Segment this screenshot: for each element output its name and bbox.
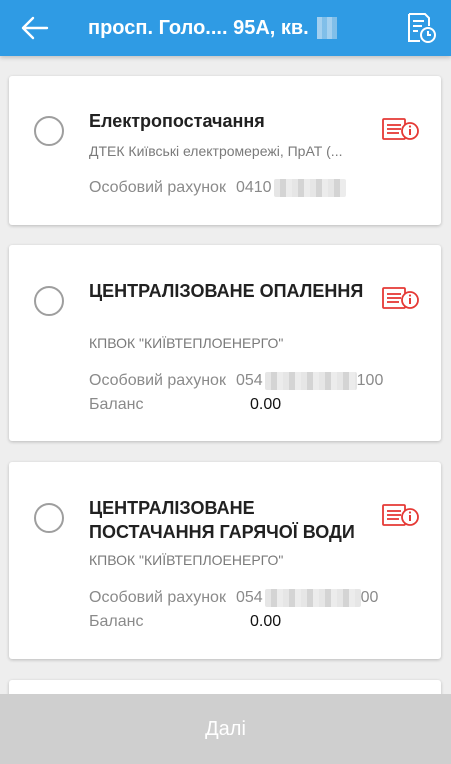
page-title-text: просп. Голо.... 95А, кв. [88, 16, 309, 39]
account-number-suffix: 100 [356, 372, 384, 389]
balance-label: Баланс [89, 613, 144, 630]
redacted-digits [273, 179, 346, 197]
account-number-row: Особовий рахунок 0410 [89, 179, 346, 197]
account-card[interactable]: ЦЕНТРАЛІЗОВАНЕ ОПАЛЕННЯ КПВОК "КИЇВТЕПЛО… [9, 245, 441, 441]
account-number-prefix: 0410 [235, 179, 272, 196]
provider-name: КПВОК "КИЇВТЕПЛОЕНЕРГО" [89, 552, 284, 568]
service-name: ЦЕНТРАЛІЗОВАНЕ ПОСТАЧАННЯ ГАРЯЧОЇ ВОДИ [89, 498, 355, 542]
account-number-row: Особовий рахунок 054 00 [89, 589, 378, 607]
account-label: Особовий рахунок [89, 589, 226, 606]
balance-value: 0.00 [250, 396, 282, 413]
account-label: Особовий рахунок [89, 372, 226, 389]
provider-name: ДТЕК Київські електромережі, ПрАТ (... [89, 143, 343, 159]
select-radio[interactable] [34, 116, 64, 146]
history-button[interactable] [391, 0, 451, 56]
account-label: Особовий рахунок [89, 179, 226, 196]
redacted-digits [264, 589, 361, 607]
invoice-info-icon[interactable] [381, 502, 421, 530]
service-name: ЦЕНТРАЛІЗОВАНЕ ОПАЛЕННЯ [89, 281, 364, 301]
account-number-suffix: 00 [360, 589, 379, 606]
account-number-prefix: 054 [235, 589, 263, 606]
next-button[interactable]: Далі [0, 694, 451, 764]
account-number: 0410 [236, 179, 346, 197]
account-number: 054 00 [235, 589, 379, 607]
account-number: 054 100 [236, 372, 383, 390]
back-button[interactable] [0, 0, 70, 56]
arrow-left-icon [21, 16, 49, 40]
select-radio[interactable] [34, 503, 64, 533]
select-radio[interactable] [34, 286, 64, 316]
balance-value: 0.00 [250, 613, 282, 630]
balance-row: Баланс 0.00 [89, 396, 281, 414]
balance-label: Баланс [89, 396, 144, 413]
invoice-info-icon[interactable] [381, 116, 421, 144]
app-bar: просп. Голо.... 95А, кв. [0, 0, 451, 56]
balance-row: Баланс 0.00 [89, 613, 281, 631]
redacted-digits [264, 372, 357, 390]
account-number-row: Особовий рахунок 054 100 [89, 372, 383, 390]
provider-name: КПВОК "КИЇВТЕПЛОЕНЕРГО" [89, 335, 284, 351]
document-clock-icon [408, 13, 436, 43]
account-card[interactable] [9, 680, 441, 694]
accounts-list[interactable]: Електропостачання ДТЕК Київські електром… [0, 56, 451, 694]
service-name: Електропостачання [89, 111, 265, 131]
account-card[interactable]: ЦЕНТРАЛІЗОВАНЕ ПОСТАЧАННЯ ГАРЯЧОЇ ВОДИ К… [9, 462, 441, 659]
next-button-label: Далі [205, 717, 246, 740]
account-number-prefix: 054 [235, 372, 263, 389]
account-card[interactable]: Електропостачання ДТЕК Київські електром… [9, 76, 441, 225]
page-title: просп. Голо.... 95А, кв. [70, 17, 391, 40]
invoice-info-icon[interactable] [381, 285, 421, 313]
redacted-apartment-number [316, 17, 337, 39]
